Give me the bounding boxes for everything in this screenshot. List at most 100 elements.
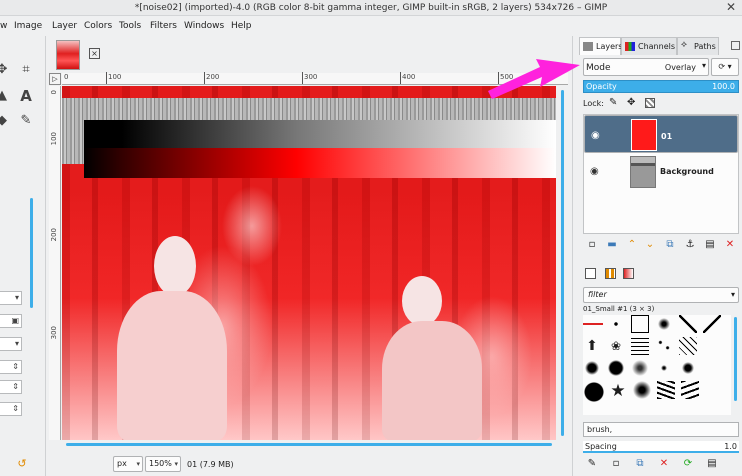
refresh-brushes-icon[interactable]: ⟳ — [681, 458, 695, 469]
dock-menu-icon[interactable] — [731, 41, 740, 50]
delete-layer-icon[interactable]: ✕ — [723, 239, 737, 250]
tab-brushes[interactable] — [585, 268, 596, 279]
new-layer-icon[interactable]: ▫ — [585, 239, 599, 250]
unit-select[interactable]: px ▾ — [113, 456, 143, 472]
brush-cell[interactable] — [681, 381, 699, 399]
tab-channels[interactable]: Channels — [621, 37, 677, 55]
grayscale-gradient — [84, 120, 556, 148]
tool-option-select[interactable]: ▾ — [0, 291, 22, 305]
reset-icon[interactable]: ↺ — [14, 456, 30, 472]
tab-gradients[interactable] — [623, 268, 634, 279]
canvas-vertical-scrollbar[interactable] — [560, 86, 566, 440]
eye-icon[interactable]: ◉ — [591, 129, 600, 143]
brush-cell[interactable] — [657, 381, 675, 399]
toolbox-scrollbar[interactable] — [30, 198, 33, 308]
brush-scrollbar[interactable] — [734, 317, 737, 401]
brush-cell[interactable] — [631, 359, 649, 377]
menu-image[interactable]: Image — [14, 21, 42, 31]
layer-row[interactable]: ◉ Background — [584, 153, 738, 191]
brush-cell[interactable] — [679, 337, 697, 355]
brush-cell[interactable]: ❀ — [607, 337, 625, 355]
brush-cell[interactable] — [655, 315, 673, 333]
opacity-slider[interactable]: Opacity 100.0 — [583, 80, 739, 93]
brush-tag-field[interactable]: brush, — [583, 422, 739, 437]
menu-layer[interactable]: Layer — [52, 21, 77, 31]
new-group-icon[interactable]: ▬ — [605, 239, 619, 250]
lower-layer-icon[interactable]: ⌄ — [643, 239, 657, 250]
mode-label: Mode — [586, 63, 611, 73]
brush-cell[interactable] — [679, 315, 697, 333]
tab-layers[interactable]: Layers — [579, 37, 622, 55]
brush-cell[interactable] — [703, 315, 721, 333]
layer-thumbnail — [630, 156, 656, 188]
lock-alpha-icon[interactable] — [645, 98, 655, 108]
layer-name: Background — [660, 167, 714, 176]
brush-cell[interactable] — [655, 359, 673, 377]
close-image-tab-icon[interactable]: × — [89, 48, 100, 59]
tool-option-field[interactable]: ▾ — [0, 337, 22, 351]
brush-name: 01_Small #1 (3 × 3) — [583, 305, 655, 313]
brush-tool-icon[interactable]: ✎ — [18, 113, 34, 129]
ruler-tick — [204, 72, 205, 84]
duplicate-layer-icon[interactable]: ⧉ — [663, 239, 677, 250]
move-tool-icon[interactable]: ✥ — [0, 62, 10, 78]
tool-option-field-4[interactable]: ⇕ — [0, 402, 22, 416]
woman-figure-body — [382, 321, 482, 440]
eye-icon[interactable]: ◉ — [590, 166, 599, 177]
brush-cell[interactable]: ⬆ — [583, 337, 601, 355]
composite-mode-button[interactable]: ⟳ ▾ — [711, 58, 739, 76]
menu-help[interactable]: Help — [231, 21, 252, 31]
ruler-label: 100 — [50, 132, 58, 146]
zoom-select[interactable]: 150% ▾ — [145, 456, 181, 472]
text-tool-icon[interactable]: A — [18, 88, 34, 104]
image-tab-thumbnail[interactable] — [56, 40, 80, 70]
layer-row[interactable]: ◉ 01 — [584, 115, 738, 153]
new-brush-icon[interactable]: ▫ — [609, 458, 623, 469]
brush-grid[interactable]: ⬆ ❀ ★ — [583, 315, 731, 415]
duplicate-brush-icon[interactable]: ⧉ — [633, 458, 647, 469]
delete-brush-icon[interactable]: ✕ — [657, 458, 671, 469]
crop-tool-icon[interactable]: ⌗ — [18, 62, 34, 78]
paint-tool-icon[interactable]: ◆ — [0, 113, 10, 129]
menu-tools[interactable]: Tools — [119, 21, 141, 31]
brush-tag-value: brush, — [587, 425, 613, 434]
tool-option-button[interactable]: ▣ — [0, 314, 22, 328]
lock-pixels-icon[interactable]: ✎ — [609, 97, 617, 108]
spacing-value: 1.0 — [724, 442, 737, 451]
tool-option-field-3[interactable]: ⇕ — [0, 380, 22, 394]
edit-brush-icon[interactable]: ✎ — [585, 458, 599, 469]
menu-filters[interactable]: Filters — [150, 21, 177, 31]
channels-icon — [625, 42, 635, 51]
brush-cell[interactable] — [607, 315, 625, 333]
brush-cell[interactable] — [633, 381, 651, 399]
brush-cell[interactable] — [631, 337, 649, 355]
mode-select[interactable]: Mode Overlay ▾ — [583, 58, 709, 76]
brush-cell[interactable] — [679, 359, 697, 377]
tab-paths[interactable]: ⟡ Paths — [677, 37, 719, 55]
canvas-horizontal-scrollbar[interactable] — [62, 441, 556, 447]
window-titlebar: *[noise02] (imported)-4.0 (RGB color 8-b… — [0, 0, 742, 16]
lock-position-icon[interactable]: ✥ — [627, 97, 635, 108]
image-canvas[interactable] — [62, 86, 556, 440]
brush-cell[interactable] — [631, 315, 649, 333]
brush-cell[interactable] — [583, 359, 601, 377]
close-window-button[interactable]: ✕ — [726, 0, 736, 14]
spacing-slider[interactable]: Spacing 1.0 — [583, 441, 739, 453]
brush-cell[interactable]: ★ — [609, 381, 627, 401]
open-brush-editor-icon[interactable]: ▤ — [705, 458, 719, 469]
brush-cell[interactable] — [583, 381, 605, 403]
brush-cell[interactable] — [655, 337, 673, 355]
anchor-layer-icon[interactable]: ⚓ — [683, 239, 697, 250]
tool-option-field-2[interactable]: ⇕ — [0, 360, 22, 374]
mask-icon[interactable]: ▤ — [703, 239, 717, 250]
menu-view[interactable]: w — [0, 21, 7, 31]
menu-windows[interactable]: Windows — [184, 21, 224, 31]
brush-filter-select[interactable]: filter ▾ — [583, 287, 739, 303]
tab-patterns[interactable] — [605, 268, 616, 279]
menu-colors[interactable]: Colors — [84, 21, 112, 31]
brush-cell[interactable] — [607, 359, 625, 377]
bucket-tool-icon[interactable]: ▲ — [0, 88, 10, 104]
brush-cell[interactable] — [583, 323, 603, 325]
quick-mask-toggle[interactable]: ▷ — [49, 73, 61, 85]
raise-layer-icon[interactable]: ⌃ — [625, 239, 639, 250]
